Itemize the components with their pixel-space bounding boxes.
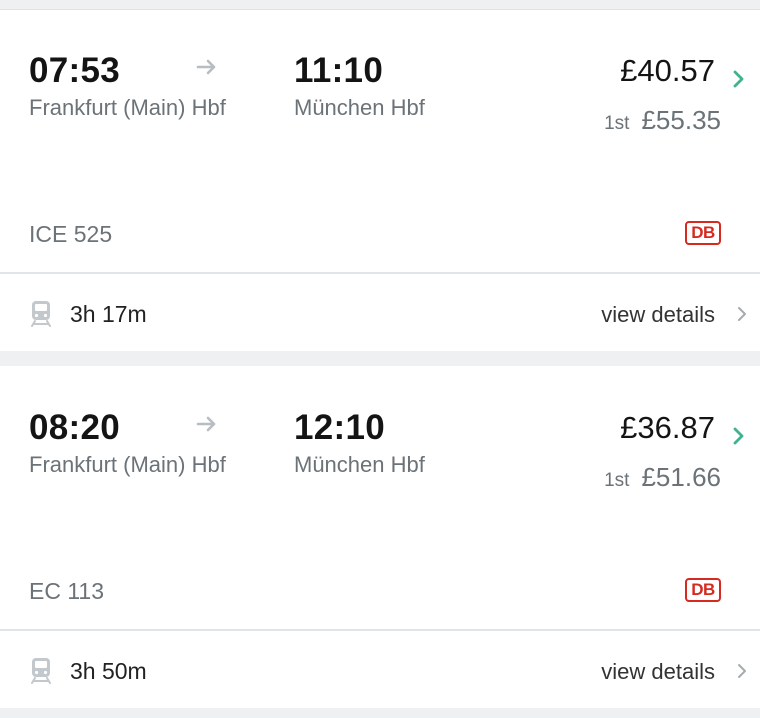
journey-duration: 3h 50m [70,658,147,684]
arrow-right-icon [196,59,216,75]
departure-station: Frankfurt (Main) Hbf [29,95,226,120]
journey-summary[interactable]: 08:20 12:10 Frankfurt (Main) Hbf München… [0,366,760,629]
view-details-link[interactable]: view details [601,659,715,685]
chevron-right-icon[interactable] [732,426,746,446]
train-number: ICE 525 [29,221,113,247]
first-class-label: 1st [604,470,630,491]
standard-price: £40.57 [620,53,715,88]
train-icon [31,658,51,684]
arrival-station: München Hbf [294,452,425,477]
chevron-right-icon[interactable] [736,305,748,323]
standard-price: £36.87 [620,410,715,445]
first-class-price: £55.35 [641,105,721,135]
db-logo: DB [685,221,721,245]
journey-results-list: 07:53 11:10 Frankfurt (Main) Hbf München… [0,0,760,718]
view-details-link[interactable]: view details [601,302,715,328]
arrival-station: München Hbf [294,95,425,120]
departure-time: 08:20 [29,408,121,447]
journey-footer[interactable]: 3h 50m view details [0,631,760,708]
arrival-time: 11:10 [294,51,384,90]
chevron-right-icon[interactable] [736,662,748,680]
journey-card: 08:20 12:10 Frankfurt (Main) Hbf München… [0,366,760,708]
train-icon [31,301,51,327]
journey-card: 07:53 11:10 Frankfurt (Main) Hbf München… [0,9,760,351]
first-class-price: £51.66 [641,462,721,492]
first-class-label: 1st [604,113,630,134]
departure-station: Frankfurt (Main) Hbf [29,452,226,477]
arrival-time: 12:10 [294,408,386,447]
journey-footer[interactable]: 3h 17m view details [0,274,760,351]
db-logo: DB [685,578,721,602]
departure-time: 07:53 [29,51,121,90]
first-class-price-row: 1st £51.66 [604,462,721,493]
journey-summary[interactable]: 07:53 11:10 Frankfurt (Main) Hbf München… [0,9,760,272]
first-class-price-row: 1st £55.35 [604,105,721,136]
arrow-right-icon [196,416,216,432]
journey-duration: 3h 17m [70,301,147,327]
train-number: EC 113 [29,578,105,604]
chevron-right-icon[interactable] [732,69,746,89]
